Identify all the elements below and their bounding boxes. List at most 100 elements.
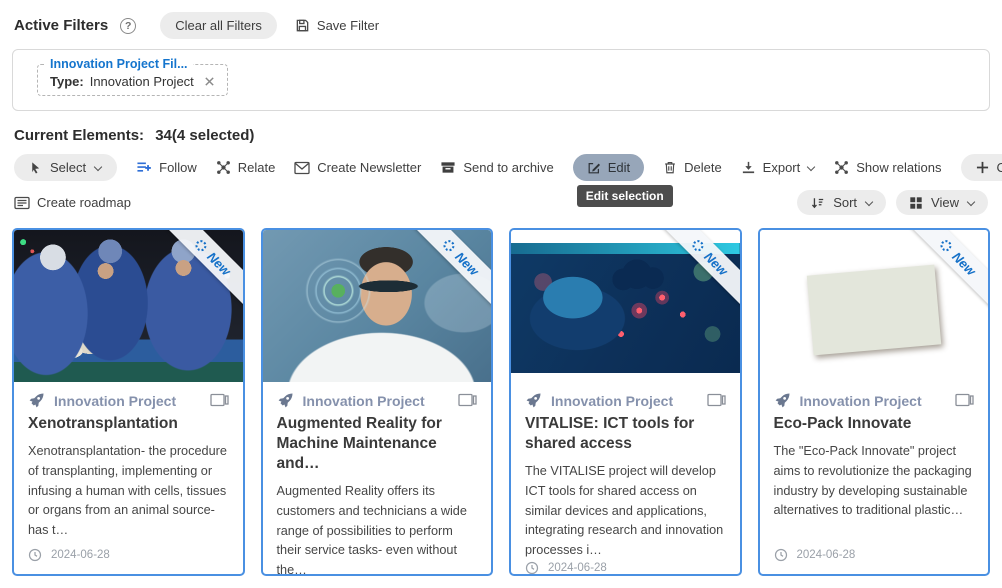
clock-icon bbox=[28, 548, 42, 562]
view-button[interactable]: View bbox=[896, 190, 988, 215]
save-icon bbox=[295, 18, 310, 33]
archive-icon bbox=[440, 160, 456, 175]
card-augmented-reality[interactable]: New Innovation Project Augmented Reality… bbox=[261, 228, 494, 576]
rocket-icon bbox=[277, 392, 294, 409]
display-icon[interactable] bbox=[707, 393, 726, 408]
card-type-row: Innovation Project bbox=[774, 392, 975, 409]
view-label: View bbox=[931, 195, 959, 210]
card-type-row: Innovation Project bbox=[28, 392, 229, 409]
relate-button[interactable]: Relate bbox=[216, 160, 276, 175]
card-description: The "Eco-Pack Innovate" project aims to … bbox=[774, 442, 975, 521]
cursor-icon bbox=[29, 161, 42, 175]
relations-network-icon bbox=[216, 160, 231, 175]
relate-label: Relate bbox=[238, 160, 276, 175]
create-element-with-relations-button[interactable]: Create Element with Relations bbox=[961, 154, 1002, 181]
select-button[interactable]: Select bbox=[14, 154, 117, 181]
clear-all-filters-button[interactable]: Clear all Filters bbox=[160, 12, 277, 39]
new-spinner-icon bbox=[441, 238, 457, 254]
display-icon[interactable] bbox=[210, 393, 229, 408]
elements-grid: New Innovation Project Xenotransplantati… bbox=[0, 215, 1002, 586]
relations-network-icon bbox=[834, 160, 849, 175]
remove-filter-icon[interactable] bbox=[204, 76, 215, 87]
card-body: Innovation Project Xenotransplantation X… bbox=[14, 382, 243, 574]
card-xenotransplantation[interactable]: New Innovation Project Xenotransplantati… bbox=[12, 228, 245, 576]
send-to-archive-button[interactable]: Send to archive bbox=[440, 160, 553, 175]
card-image: New bbox=[511, 230, 740, 382]
card-title: Augmented Reality for Machine Maintenanc… bbox=[277, 414, 478, 474]
card-description: Xenotransplantation- the procedure of tr… bbox=[28, 442, 229, 540]
card-title: VITALISE: ICT tools for shared access bbox=[525, 414, 726, 454]
new-spinner-icon bbox=[689, 238, 705, 254]
card-date: 2024-06-28 bbox=[51, 549, 110, 561]
card-title: Eco-Pack Innovate bbox=[774, 414, 975, 434]
actions-toolbar: Select Follow Relate Create Newsletter S… bbox=[0, 144, 1002, 181]
rocket-icon bbox=[525, 392, 542, 409]
create-newsletter-button[interactable]: Create Newsletter bbox=[294, 160, 421, 175]
create-roadmap-button[interactable]: Create roadmap bbox=[14, 195, 131, 210]
card-type-label: Innovation Project bbox=[54, 393, 210, 409]
card-date: 2024-06-28 bbox=[797, 549, 856, 561]
create-element-with-relations-label: Create Element with Relations bbox=[997, 160, 1002, 175]
card-description: The VITALISE project will develop ICT to… bbox=[525, 462, 726, 560]
card-image: New bbox=[760, 230, 989, 382]
current-elements-heading: Current Elements: 34(4 selected) bbox=[0, 111, 1002, 144]
follow-label: Follow bbox=[159, 160, 197, 175]
card-type-row: Innovation Project bbox=[525, 392, 726, 409]
save-filter-label: Save Filter bbox=[317, 18, 379, 33]
card-date: 2024-06-28 bbox=[548, 562, 607, 574]
filter-chip-title: Innovation Project Fil... bbox=[45, 57, 193, 71]
card-image: New bbox=[263, 230, 492, 382]
card-type-label: Innovation Project bbox=[800, 393, 956, 409]
card-image: New bbox=[14, 230, 243, 382]
follow-button[interactable]: Follow bbox=[136, 160, 197, 175]
page-title: Active Filters bbox=[14, 17, 108, 34]
card-footer: 2024-06-28 bbox=[525, 561, 726, 575]
chevron-down-icon bbox=[865, 197, 873, 205]
envelope-icon bbox=[294, 161, 310, 175]
card-footer: 2024-06-28 bbox=[774, 548, 975, 562]
card-vitalise[interactable]: New Innovation Project VITALISE: ICT too… bbox=[509, 228, 742, 576]
edit-label: Edit bbox=[608, 160, 630, 175]
follow-list-plus-icon bbox=[136, 160, 152, 175]
export-button[interactable]: Export bbox=[741, 160, 816, 175]
clear-all-filters-label: Clear all Filters bbox=[175, 18, 262, 33]
save-filter-button[interactable]: Save Filter bbox=[295, 18, 379, 33]
clock-icon bbox=[774, 548, 788, 562]
create-newsletter-label: Create Newsletter bbox=[317, 160, 421, 175]
secondary-toolbar: Create roadmap Sort View bbox=[0, 181, 1002, 215]
card-body: Innovation Project Augmented Reality for… bbox=[263, 382, 492, 576]
roadmap-icon bbox=[14, 196, 30, 210]
chevron-down-icon bbox=[94, 162, 102, 170]
export-label: Export bbox=[763, 160, 801, 175]
edit-pencil-icon bbox=[587, 161, 601, 175]
display-icon[interactable] bbox=[955, 393, 974, 408]
plus-icon bbox=[976, 161, 989, 174]
card-eco-pack-innovate[interactable]: New Innovation Project Eco-Pack Innovate… bbox=[758, 228, 991, 576]
rocket-icon bbox=[774, 392, 791, 409]
card-type-label: Innovation Project bbox=[303, 393, 459, 409]
active-filters-header: Active Filters ? Clear all Filters Save … bbox=[0, 0, 1002, 45]
delete-button[interactable]: Delete bbox=[663, 160, 722, 175]
rocket-icon bbox=[28, 392, 45, 409]
new-spinner-icon bbox=[938, 238, 954, 254]
trash-icon bbox=[663, 160, 677, 175]
card-footer: 2024-06-28 bbox=[28, 548, 229, 562]
help-icon[interactable]: ? bbox=[120, 18, 136, 34]
card-body: Innovation Project VITALISE: ICT tools f… bbox=[511, 382, 740, 576]
filter-chip-innovation-project[interactable]: Innovation Project Fil... Type: Innovati… bbox=[37, 64, 228, 96]
display-icon[interactable] bbox=[458, 393, 477, 408]
current-elements-label: Current Elements: bbox=[14, 127, 144, 144]
card-body: Innovation Project Eco-Pack Innovate The… bbox=[760, 382, 989, 574]
show-relations-label: Show relations bbox=[856, 160, 941, 175]
sort-button[interactable]: Sort bbox=[797, 190, 886, 215]
edit-button[interactable]: Edit Edit selection bbox=[573, 154, 644, 181]
grid-view-icon bbox=[909, 196, 923, 210]
send-to-archive-label: Send to archive bbox=[463, 160, 553, 175]
sort-label: Sort bbox=[833, 195, 857, 210]
chevron-down-icon bbox=[807, 162, 815, 170]
new-spinner-icon bbox=[192, 238, 208, 254]
card-title: Xenotransplantation bbox=[28, 414, 229, 434]
show-relations-button[interactable]: Show relations bbox=[834, 160, 941, 175]
card-description: Augmented Reality offers its customers a… bbox=[277, 482, 478, 576]
select-label: Select bbox=[50, 160, 86, 175]
